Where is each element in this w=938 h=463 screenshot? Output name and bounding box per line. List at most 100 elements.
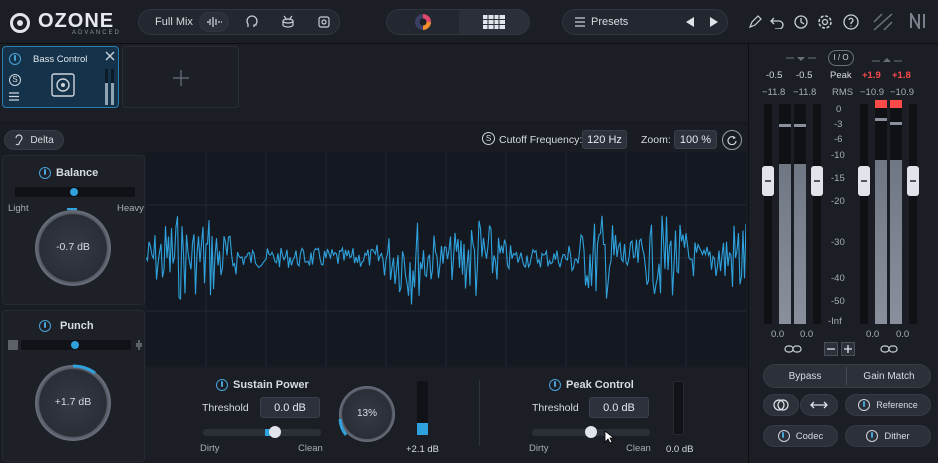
bypass-button[interactable]: Bypass [764,365,846,387]
output-link-button[interactable] [880,343,898,358]
list-icon [575,17,585,30]
top-bar: OZONE ADVANCED Full Mix Presets [0,0,938,44]
power-icon [39,320,51,332]
assistant-button[interactable] [389,12,457,32]
input-gain-fader-r[interactable] [811,166,823,196]
close-icon [105,51,115,61]
history-button[interactable] [788,9,814,35]
view-mode-group: Full Mix [138,9,340,35]
sustain-slider[interactable] [203,426,321,438]
output-gain-fader-r[interactable] [907,166,919,196]
input-collapse-icon[interactable] [786,54,816,66]
head-icon [246,15,258,27]
drum-view-button[interactable] [275,9,301,35]
input-rms-r: −11.8 [793,87,817,98]
output-meter-l [875,100,887,324]
help-button[interactable] [838,9,864,35]
peak-power-button[interactable] [549,379,561,394]
zoom-field[interactable]: 100 % [674,130,717,149]
undo-button[interactable] [764,9,790,35]
prev-preset-button[interactable] [685,16,695,31]
output-gain-fader-l[interactable] [858,166,870,196]
sustain-threshold-field[interactable]: 0.0 dB [260,397,320,418]
full-mix-button[interactable]: Full Mix [147,10,201,34]
solo-button[interactable]: S [9,74,21,86]
balance-slider[interactable] [15,187,135,197]
scale-label: -Inf [828,316,842,327]
input-gain-fader-l[interactable] [762,166,774,196]
rms-label: RMS [832,87,854,98]
question-icon [843,14,859,30]
scale-label: -20 [831,196,845,207]
punch-slider-thumb[interactable] [71,341,79,349]
peak-slider[interactable] [532,426,650,438]
punch-slider[interactable] [21,340,131,350]
logo-subtitle: ADVANCED [72,30,121,36]
peak-left-label: Dirty [529,443,549,454]
presets-button[interactable]: Presets [591,16,628,28]
divider [479,380,480,446]
codec-button[interactable]: Codec [763,425,838,447]
gain-plus-button[interactable] [841,342,855,356]
gain-minus-button[interactable] [824,342,838,356]
cutoff-frequency-field[interactable]: 120 Hz [582,130,627,149]
arrows-horizontal-icon [810,401,828,409]
output-collapse-icon[interactable] [872,54,902,66]
sustain-left-label: Dirty [200,443,220,454]
menu-icon[interactable] [9,92,19,104]
output-rms-r: −10.9 [890,87,915,98]
vocal-view-button[interactable] [239,9,265,35]
waveform-display[interactable] [145,152,747,366]
output-gain-l: 0.0 [866,329,880,340]
link-icon [880,345,898,353]
punch-power-button[interactable] [39,320,51,335]
input-gain-r: 0.0 [800,329,814,340]
input-rms-l: −11.8 [762,87,786,98]
module-grid-button[interactable] [459,10,529,34]
center-view-toggle [386,9,530,35]
peak-threshold-field[interactable]: 0.0 dB [589,397,649,418]
reference-button[interactable]: Reference [845,394,931,416]
dither-button[interactable]: Dither [845,425,931,447]
output-gain-track [860,104,868,324]
module-close-button[interactable] [105,51,115,64]
module-grid-icon [483,15,505,29]
input-meter-r [794,104,806,324]
waveform-view-button[interactable] [199,12,229,32]
ozone-logo: OZONE ADVANCED [10,10,128,36]
output-gain-r: 0.0 [896,329,910,340]
delta-button[interactable]: Delta [4,130,64,150]
add-module-slot[interactable] [122,46,239,108]
scale-label: -40 [831,273,845,284]
zoom-reset-button[interactable] [722,130,742,150]
balance-slider-thumb[interactable] [70,188,78,196]
swap-button[interactable] [800,394,838,416]
instrument-icon [318,16,330,28]
power-icon [39,167,51,179]
module-name: Bass Control [33,54,88,65]
balance-power-button[interactable] [39,167,51,182]
input-link-button[interactable] [784,343,802,358]
presets-bar: Presets [562,9,728,35]
settings-button[interactable] [812,9,838,35]
stereo-button[interactable] [763,394,799,416]
sustain-right-label: Clean [298,443,323,454]
instrument-view-button[interactable] [311,9,337,35]
sustain-power-button[interactable] [216,379,228,394]
module-meter-r [111,69,114,105]
divider [846,367,847,385]
peak-slider-thumb[interactable] [585,426,597,438]
next-preset-button[interactable] [709,16,719,31]
input-meter-l [779,104,791,324]
balance-knob-indicator [67,208,77,210]
io-link-button[interactable]: I / O [828,50,854,66]
cutoff-solo-button[interactable]: S [482,132,495,145]
module-power-button[interactable] [9,53,21,68]
bypass-gainmatch-group: Bypass Gain Match [763,364,931,388]
sustain-slider-thumb[interactable] [269,426,281,438]
peak-right-label: Clean [626,443,651,454]
gain-match-button[interactable]: Gain Match [848,365,930,387]
bass-control-module[interactable]: S Bass Control [2,46,119,108]
balance-knob[interactable]: -0.7 dB [35,210,111,286]
transient-high-icon [134,340,144,353]
